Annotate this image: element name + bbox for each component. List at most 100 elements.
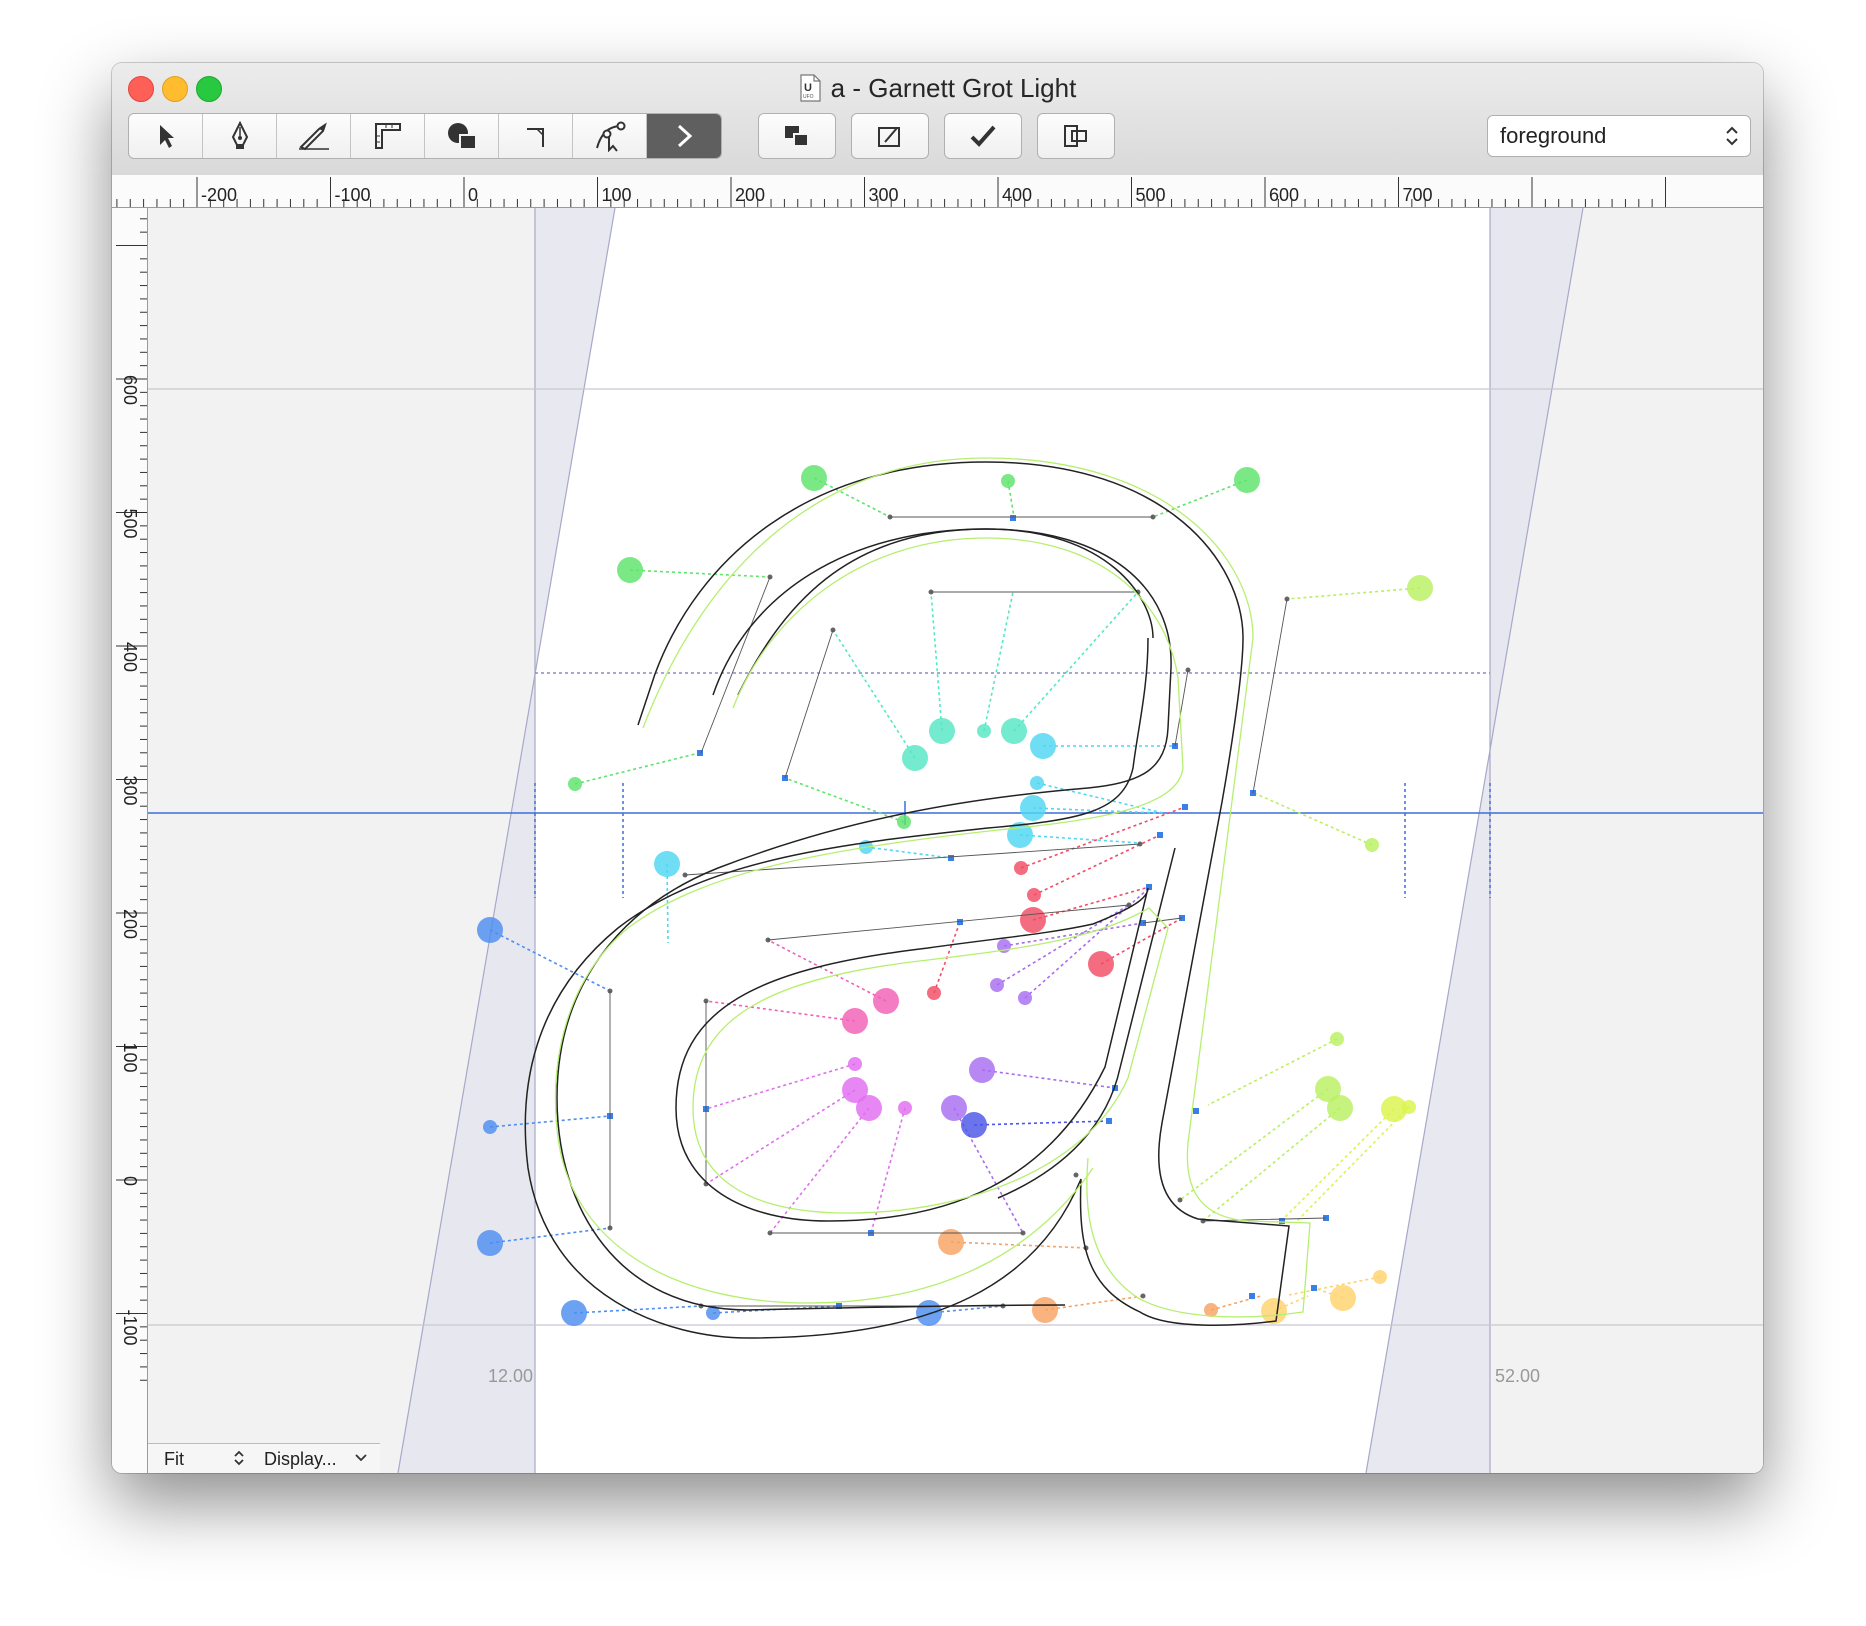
off-curve-handle[interactable] bbox=[1140, 1293, 1146, 1299]
display-menu[interactable]: Display... bbox=[264, 1449, 337, 1470]
point-label-marker[interactable] bbox=[617, 557, 643, 583]
ruler-label: 300 bbox=[869, 185, 899, 205]
chevron-right-icon bbox=[677, 124, 693, 148]
measure-tool[interactable] bbox=[351, 114, 425, 158]
point-label-marker[interactable] bbox=[1001, 718, 1027, 744]
layer-select[interactable]: foreground bbox=[1487, 115, 1751, 157]
point-label-marker[interactable] bbox=[1261, 1298, 1287, 1324]
point-label-marker[interactable] bbox=[568, 777, 582, 791]
transform-button[interactable] bbox=[851, 113, 929, 159]
point-label-marker[interactable] bbox=[1088, 951, 1114, 977]
on-curve-point[interactable] bbox=[1146, 884, 1152, 890]
point-label-marker[interactable] bbox=[1407, 575, 1433, 601]
point-label-marker[interactable] bbox=[929, 718, 955, 744]
point-label-marker[interactable] bbox=[1330, 1032, 1344, 1046]
node-tool[interactable] bbox=[573, 114, 647, 158]
point-label-marker[interactable] bbox=[1373, 1270, 1387, 1284]
on-curve-point[interactable] bbox=[1106, 1118, 1112, 1124]
point-label-marker[interactable] bbox=[1018, 991, 1032, 1005]
on-curve-point[interactable] bbox=[1311, 1285, 1317, 1291]
point-label-marker[interactable] bbox=[927, 986, 941, 1000]
point-label-marker[interactable] bbox=[1402, 1100, 1416, 1114]
point-label-marker[interactable] bbox=[483, 1120, 497, 1134]
point-label-marker[interactable] bbox=[561, 1300, 587, 1326]
point-label-marker[interactable] bbox=[898, 1101, 912, 1115]
ruler-label: 0 bbox=[468, 185, 478, 205]
point-label-marker[interactable] bbox=[1032, 1297, 1058, 1323]
left-margin-label: 12.00 bbox=[488, 1366, 533, 1386]
on-curve-point[interactable] bbox=[1157, 832, 1163, 838]
point-label-marker[interactable] bbox=[902, 745, 928, 771]
ruler-label: 600 bbox=[120, 375, 140, 405]
on-curve-point[interactable] bbox=[1249, 1293, 1255, 1299]
point-label-marker[interactable] bbox=[477, 917, 503, 943]
zoom-select[interactable]: Fit bbox=[164, 1449, 184, 1470]
off-curve-handle[interactable] bbox=[1177, 1197, 1183, 1203]
on-curve-point[interactable] bbox=[1193, 1108, 1199, 1114]
on-curve-point[interactable] bbox=[948, 855, 954, 861]
shapes-icon bbox=[447, 123, 477, 150]
on-curve-point[interactable] bbox=[1010, 515, 1016, 521]
point-label-marker[interactable] bbox=[977, 724, 991, 738]
point-label-marker[interactable] bbox=[856, 1095, 882, 1121]
ruler-label: 200 bbox=[735, 185, 765, 205]
point-label-marker[interactable] bbox=[941, 1095, 967, 1121]
point-label-marker[interactable] bbox=[1027, 888, 1041, 902]
point-label-marker[interactable] bbox=[1030, 776, 1044, 790]
pen-nib-icon bbox=[231, 121, 248, 149]
point-label-marker[interactable] bbox=[1020, 795, 1046, 821]
corner-icon bbox=[526, 128, 544, 147]
vertical-ruler-scale: 600 500 400 300 200 100 0 -100 bbox=[116, 218, 147, 1381]
point-label-marker[interactable] bbox=[1001, 474, 1015, 488]
point-label-marker[interactable] bbox=[897, 815, 911, 829]
ruler-label: 0 bbox=[120, 1176, 140, 1186]
ruler-label: 200 bbox=[120, 909, 140, 939]
point-label-marker[interactable] bbox=[961, 1112, 987, 1138]
point-label-marker[interactable] bbox=[916, 1300, 942, 1326]
off-curve-handle[interactable] bbox=[1073, 1172, 1079, 1178]
vertical-ruler: 600 500 400 300 200 100 0 -100 bbox=[112, 208, 148, 1473]
on-curve-point[interactable] bbox=[1182, 804, 1188, 810]
glyph-canvas[interactable]: 12.00 52.00 bbox=[148, 208, 1763, 1473]
point-label-marker[interactable] bbox=[1327, 1095, 1353, 1121]
next-tool[interactable] bbox=[647, 114, 721, 158]
svg-text:UFO: UFO bbox=[803, 94, 814, 100]
point-label-marker[interactable] bbox=[1014, 861, 1028, 875]
shapes-tool[interactable] bbox=[425, 114, 499, 158]
ruler-label: 100 bbox=[120, 1043, 140, 1073]
pen-tool[interactable] bbox=[203, 114, 277, 158]
point-label-marker[interactable] bbox=[654, 851, 680, 877]
point-label-marker[interactable] bbox=[1204, 1303, 1218, 1317]
point-label-marker[interactable] bbox=[848, 1057, 862, 1071]
point-label-marker[interactable] bbox=[842, 1008, 868, 1034]
validate-button[interactable] bbox=[944, 113, 1022, 159]
point-label-marker[interactable] bbox=[969, 1057, 995, 1083]
window-title-text: a - Garnett Grot Light bbox=[830, 73, 1077, 103]
point-label-marker[interactable] bbox=[1234, 467, 1260, 493]
glyph-editor-window: U UFO a - Garnett Grot Light foreground … bbox=[112, 63, 1763, 1473]
ruler-label: 500 bbox=[120, 509, 140, 539]
ruler-label: 300 bbox=[120, 776, 140, 806]
point-label-marker[interactable] bbox=[477, 1230, 503, 1256]
layers-button[interactable] bbox=[758, 113, 836, 159]
glyph-drawing[interactable]: 12.00 52.00 bbox=[148, 208, 1763, 1473]
ruler-label: -100 bbox=[335, 185, 371, 205]
checkmark-icon bbox=[970, 125, 996, 147]
point-label-marker[interactable] bbox=[801, 465, 827, 491]
point-label-marker[interactable] bbox=[1330, 1285, 1356, 1311]
ruler-label: 400 bbox=[1002, 185, 1032, 205]
compare-button[interactable] bbox=[1037, 113, 1115, 159]
knife-tool[interactable] bbox=[277, 114, 351, 158]
chevron-down-icon[interactable] bbox=[354, 1448, 368, 1468]
arrow-cursor-icon bbox=[159, 125, 174, 148]
point-label-marker[interactable] bbox=[990, 978, 1004, 992]
corner-tool[interactable] bbox=[499, 114, 573, 158]
ruler-label: -200 bbox=[201, 185, 237, 205]
updown-chevron-icon[interactable] bbox=[232, 1448, 246, 1468]
point-label-marker[interactable] bbox=[1020, 907, 1046, 933]
point-label-marker[interactable] bbox=[1030, 733, 1056, 759]
point-label-marker[interactable] bbox=[873, 988, 899, 1014]
selection-tool[interactable] bbox=[129, 114, 203, 158]
compare-frames-icon bbox=[1064, 125, 1087, 147]
point-label-marker[interactable] bbox=[1365, 838, 1379, 852]
